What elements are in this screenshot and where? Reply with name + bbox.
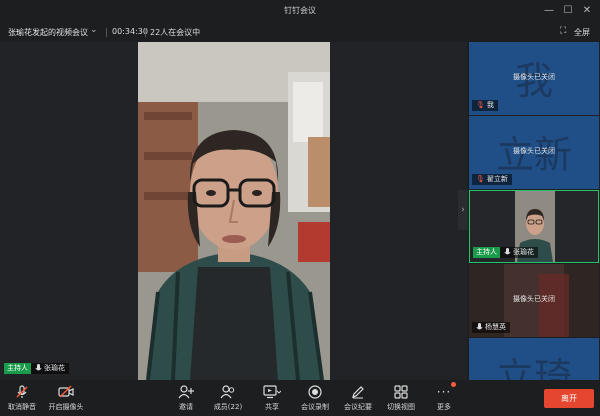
avatar-initials: 立琦 [495,355,572,380]
camera-button[interactable]: 开启摄像头 [46,384,86,412]
participant-badge: 🎙 翟立新 [472,174,512,185]
participant-tiles: 我 摄像头已关闭 🎙 我 立新 摄像头已关闭 🎙 翟立新 主持人 张瑜花 摄像头… [468,42,600,380]
grid-icon [381,384,421,400]
participant-name-tag: 🎙 翟立新 [472,174,512,185]
camera-off-label: 摄像头已关闭 [513,295,555,303]
fullscreen-icon[interactable]: ⛶ [560,26,566,36]
camera-label: 开启摄像头 [48,403,84,411]
more-button[interactable]: ··· 更多 [424,384,464,412]
speaker-name: 张瑜花 [44,364,65,372]
meeting-name[interactable]: 张瑜花发起的视频会议 [8,27,88,38]
mic-icon [504,248,511,257]
minutes-label: 会议纪要 [344,403,372,411]
switch-layout-button[interactable]: 切换视图 [381,384,421,412]
invite-button[interactable]: 邀请 [166,384,206,412]
mic-muted-icon: 🎙 [476,175,485,183]
participants-count: 22人在会议中 [150,28,201,37]
invite-label: 邀请 [179,403,193,411]
camera-off-label: 摄像头已关闭 [513,147,555,155]
window-titlebar: 钉钉会议 — ☐ ✕ [0,0,600,22]
members-label: 成员(22) [213,403,243,411]
meeting-toolbar: 取消静音 开启摄像头 邀请 成员(22) 共享 会议录制 会议纪要 切换视图 ·… [0,380,600,416]
members-icon [208,384,248,400]
participant-tile-active[interactable]: 主持人 张瑜花 [469,190,599,263]
members-button[interactable]: 成员(22) [208,384,248,412]
participant-badge: 🎙 我 [472,100,498,111]
host-tag: 主持人 [473,247,500,258]
notification-dot [451,382,456,387]
meeting-info-bar: 张瑜花发起的视频会议 ⌄ 00:34:30 22人在会议中 ⛶ 全屏 [0,22,600,42]
participant-badge: 主持人 张瑜花 [473,247,538,258]
participant-tile[interactable]: 摄像头已关闭 杨慧英 [469,264,599,337]
fullscreen-button[interactable]: 全屏 [574,27,590,38]
participant-name: 翟立新 [486,175,508,183]
collapse-panel-button[interactable]: › [458,190,468,230]
mic-muted-icon [2,384,42,400]
pen-icon [338,384,378,400]
minutes-button[interactable]: 会议纪要 [338,384,378,412]
mic-icon [476,323,483,332]
unmute-button[interactable]: 取消静音 [2,384,42,412]
switch-layout-label: 切换视图 [387,403,415,411]
close-icon[interactable]: ✕ [578,3,596,19]
participant-name-tag: 🎙 我 [472,100,498,111]
share-label: 共享 [265,403,279,411]
window-title: 钉钉会议 [284,6,316,15]
share-button[interactable]: 共享 [252,384,292,412]
share-screen-icon [252,384,292,400]
speaker-badge: 主持人 张瑜花 [4,363,69,374]
chevron-down-icon[interactable]: ⌄ [90,25,98,35]
maximize-icon[interactable]: ☐ [559,3,577,19]
mic-icon [35,364,42,373]
speaker-name-tag: 张瑜花 [31,363,69,374]
participant-name: 张瑜花 [513,248,534,256]
record-label: 会议录制 [301,403,329,411]
minimize-icon[interactable]: — [540,3,558,19]
participant-badge: 杨慧英 [472,322,510,333]
camera-off-label: 摄像头已关闭 [513,73,555,81]
record-icon [295,384,335,400]
host-tag: 主持人 [4,363,31,374]
mic-muted-icon: 🎙 [476,101,485,109]
speaker-video [138,42,330,380]
main-stage: 主持人 张瑜花 [0,42,467,380]
more-label: 更多 [437,403,451,411]
leave-button[interactable]: 离开 [544,389,594,408]
participant-tile[interactable]: 立琦 [469,338,599,380]
divider [145,28,146,37]
participant-tile[interactable]: 我 摄像头已关闭 🎙 我 [469,42,599,115]
participant-name: 我 [486,101,494,109]
participant-name-tag: 张瑜花 [500,247,538,258]
participant-name: 杨慧英 [485,323,506,331]
more-icon: ··· [436,385,452,399]
record-button[interactable]: 会议录制 [295,384,335,412]
camera-off-icon [46,384,86,400]
participant-tile[interactable]: 立新 摄像头已关闭 🎙 翟立新 [469,116,599,189]
meeting-timer: 00:34:30 [112,27,148,36]
invite-icon [166,384,206,400]
participant-name-tag: 杨慧英 [472,322,510,333]
unmute-label: 取消静音 [8,403,36,411]
divider [106,28,107,37]
